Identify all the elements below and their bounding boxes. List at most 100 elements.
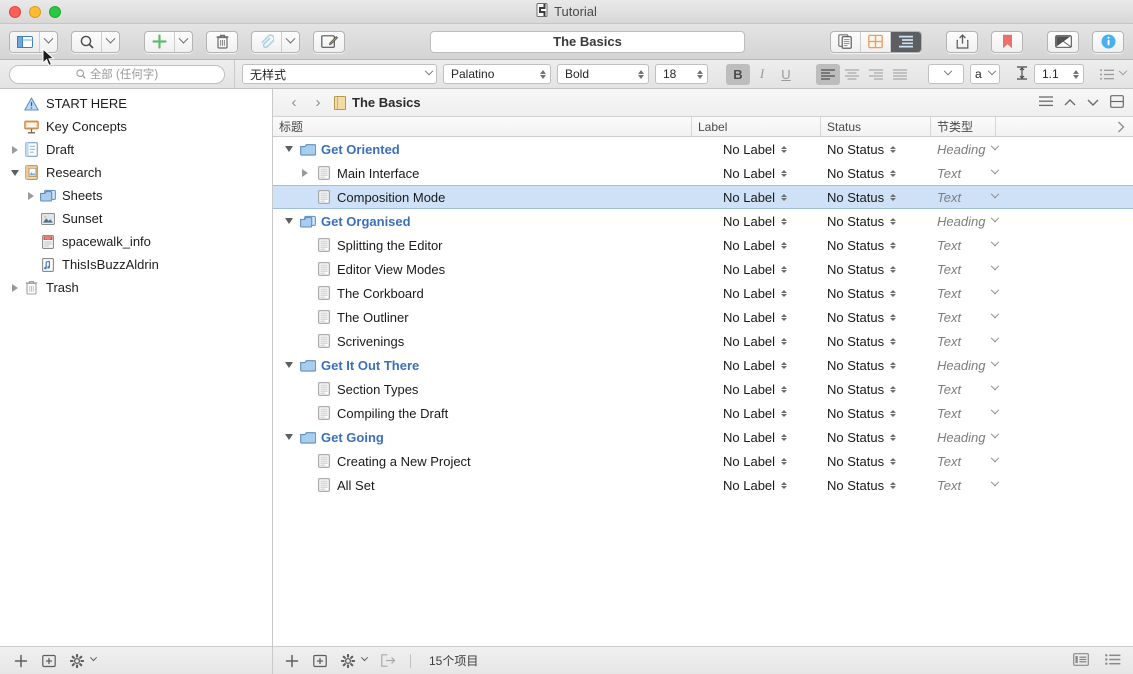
outliner-row[interactable]: Section TypesNo LabelNo StatusText (273, 377, 1133, 401)
outliner-cell-status[interactable]: No Status (821, 233, 931, 257)
add-button[interactable] (145, 32, 175, 52)
binder-item[interactable]: Sunset (0, 207, 272, 230)
status-stepper-icon[interactable] (890, 314, 896, 321)
outliner-cell-label[interactable]: No Label (692, 185, 821, 209)
outliner-row[interactable]: Get It Out ThereNo LabelNo StatusHeading (273, 353, 1133, 377)
outliner-cell-section-type[interactable]: Text (931, 473, 1042, 497)
disclosure-triangle-closed[interactable] (8, 146, 22, 154)
outliner-row[interactable]: Creating a New ProjectNo LabelNo StatusT… (273, 449, 1133, 473)
add-menu-arrow[interactable] (175, 32, 192, 52)
status-stepper-icon[interactable] (890, 410, 896, 417)
label-stepper-icon[interactable] (781, 290, 787, 297)
column-header-status[interactable]: Status (821, 117, 931, 136)
chevron-down-icon[interactable] (991, 406, 999, 414)
outliner-cell-label[interactable]: No Label (692, 305, 821, 329)
align-right-button[interactable] (864, 64, 888, 85)
label-stepper-icon[interactable] (781, 482, 787, 489)
label-stepper-icon[interactable] (781, 458, 787, 465)
chevron-down-icon[interactable] (991, 238, 999, 246)
binder-settings-button[interactable] (70, 654, 96, 668)
disclosure-triangle-open[interactable] (8, 170, 22, 176)
outliner-cell-label[interactable]: No Label (692, 137, 821, 161)
outliner-cell-section-type[interactable]: Text (931, 377, 1042, 401)
binder-item[interactable]: Trash (0, 276, 272, 299)
outliner-cell-label[interactable]: No Label (692, 425, 821, 449)
chevron-down-icon[interactable] (991, 430, 999, 438)
disclosure-triangle-closed[interactable] (8, 284, 22, 292)
outliner-cell-label[interactable]: No Label (692, 161, 821, 185)
outliner-row[interactable]: All SetNo LabelNo StatusText (273, 473, 1133, 497)
outliner-row[interactable]: Compiling the DraftNo LabelNo StatusText (273, 401, 1133, 425)
list-lines-icon[interactable] (1039, 95, 1053, 110)
attach-menu-arrow[interactable] (282, 32, 299, 52)
outliner-row[interactable]: Editor View ModesNo LabelNo StatusText (273, 257, 1133, 281)
outliner-cell-section-type[interactable]: Text (931, 185, 1042, 209)
status-stepper-icon[interactable] (890, 338, 896, 345)
outliner-cell-label[interactable]: No Label (692, 329, 821, 353)
outliner-cell-status[interactable]: No Status (821, 281, 931, 305)
outliner-cell-status[interactable]: No Status (821, 137, 931, 161)
label-stepper-icon[interactable] (781, 194, 787, 201)
chevron-down-icon[interactable] (991, 190, 999, 198)
status-stepper-icon[interactable] (890, 146, 896, 153)
font-size-select[interactable]: 18 (655, 64, 708, 84)
outliner-row[interactable]: Get OrientedNo LabelNo StatusHeading (273, 137, 1133, 161)
chevron-down-icon[interactable] (991, 166, 999, 174)
status-stepper-icon[interactable] (890, 434, 896, 441)
outliner-cell-status[interactable]: No Status (821, 401, 931, 425)
outliner-cell-section-type[interactable]: Text (931, 401, 1042, 425)
document-title-field[interactable]: The Basics (430, 31, 745, 53)
zoom-button[interactable] (49, 6, 61, 18)
outliner-cell-status[interactable]: No Status (821, 257, 931, 281)
label-stepper-icon[interactable] (781, 146, 787, 153)
outliner-cell-section-type[interactable]: Text (931, 305, 1042, 329)
binder-item[interactable]: ThisIsBuzzAldrin (0, 253, 272, 276)
lists-button[interactable] (1100, 64, 1126, 85)
chevron-down-icon[interactable] (991, 478, 999, 486)
outliner-cell-label[interactable]: No Label (692, 233, 821, 257)
back-button[interactable]: ‹ (282, 94, 306, 111)
binder-search-input[interactable]: 全部 (任何字) (9, 65, 225, 84)
align-justify-button[interactable] (888, 64, 912, 85)
outliner-cell-section-type[interactable]: Text (931, 233, 1042, 257)
share-button[interactable] (947, 32, 977, 52)
disclosure-triangle-open[interactable] (281, 218, 297, 224)
disclosure-triangle-closed[interactable] (24, 192, 38, 200)
outliner-cell-status[interactable]: No Status (821, 353, 931, 377)
status-stepper-icon[interactable] (890, 362, 896, 369)
status-stepper-icon[interactable] (890, 218, 896, 225)
label-stepper-icon[interactable] (781, 362, 787, 369)
outliner-cell-section-type[interactable]: Heading (931, 137, 1042, 161)
close-button[interactable] (9, 6, 21, 18)
outliner-cell-status[interactable]: No Status (821, 425, 931, 449)
chevron-down-icon[interactable] (991, 262, 999, 270)
label-stepper-icon[interactable] (781, 242, 787, 249)
outliner-row[interactable]: Main InterfaceNo LabelNo StatusText (273, 161, 1133, 185)
outliner-row[interactable]: Get GoingNo LabelNo StatusHeading (273, 425, 1133, 449)
text-color-select[interactable] (928, 64, 964, 84)
outliner-cell-status[interactable]: No Status (821, 449, 931, 473)
outliner-cell-status[interactable]: No Status (821, 473, 931, 497)
outliner-view-button[interactable] (891, 32, 921, 52)
outliner-cell-status[interactable]: No Status (821, 329, 931, 353)
status-stepper-icon[interactable] (890, 386, 896, 393)
disclosure-triangle-closed[interactable] (297, 169, 313, 177)
compose-button[interactable] (314, 32, 344, 52)
outliner-cell-section-type[interactable]: Text (931, 161, 1042, 185)
outliner-cell-section-type[interactable]: Heading (931, 353, 1042, 377)
outliner-row[interactable]: ScriveningsNo LabelNo StatusText (273, 329, 1133, 353)
outliner-cell-section-type[interactable]: Text (931, 281, 1042, 305)
outliner-cell-section-type[interactable]: Text (931, 329, 1042, 353)
outliner-row[interactable]: Splitting the EditorNo LabelNo StatusTex… (273, 233, 1133, 257)
outliner-cell-status[interactable]: No Status (821, 185, 931, 209)
status-stepper-icon[interactable] (890, 242, 896, 249)
highlight-select[interactable]: a (970, 64, 1000, 84)
outliner-row[interactable]: The CorkboardNo LabelNo StatusText (273, 281, 1133, 305)
label-stepper-icon[interactable] (781, 218, 787, 225)
status-stepper-icon[interactable] (890, 194, 896, 201)
align-left-button[interactable] (816, 64, 840, 85)
trash-button[interactable] (207, 32, 237, 52)
outliner-add-button[interactable] (285, 654, 299, 668)
disclosure-triangle-open[interactable] (281, 146, 297, 152)
bookmark-button[interactable] (992, 32, 1022, 52)
